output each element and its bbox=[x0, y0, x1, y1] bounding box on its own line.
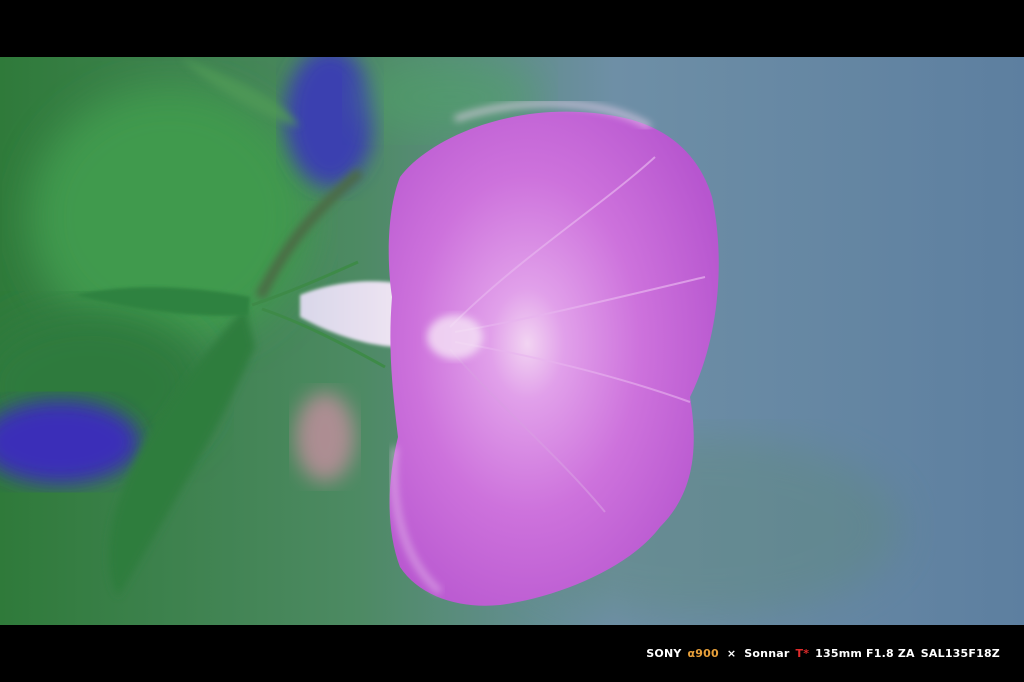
caption-separator: × bbox=[726, 647, 737, 660]
caption-brand: SONY bbox=[646, 647, 682, 660]
caption-lens-spec: 135mm F1.8 ZA bbox=[815, 647, 915, 660]
top-letterbox-bar bbox=[0, 0, 1024, 57]
camera-lens-caption: SONY α900 × Sonnar T* 135mm F1.8 ZA SAL135F18Z bbox=[646, 647, 1006, 660]
caption-lens-name: Sonnar bbox=[744, 647, 790, 660]
caption-lens-mark: T* bbox=[795, 647, 810, 660]
flower-photo bbox=[0, 57, 1024, 625]
caption-model: α900 bbox=[687, 647, 719, 660]
blurred-pink-bud bbox=[295, 392, 355, 482]
caption-lens-code: SAL135F18Z bbox=[920, 647, 1000, 660]
morning-glory-image bbox=[0, 57, 1024, 625]
flower-throat bbox=[427, 315, 483, 359]
